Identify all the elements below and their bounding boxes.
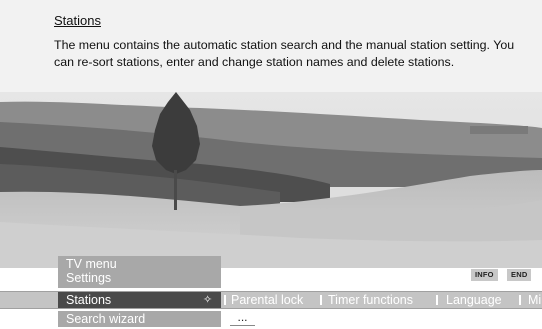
nav-item-parental-lock[interactable]: Parental lock (231, 292, 303, 308)
submenu-more[interactable]: ... (230, 309, 255, 326)
nav-item-stations[interactable]: Stations (66, 292, 111, 308)
menu-title: TV menu (66, 257, 117, 271)
submenu-item-search-wizard[interactable]: Search wizard (66, 311, 145, 327)
info-button[interactable]: INFO (471, 269, 498, 281)
divider (0, 308, 542, 309)
end-button[interactable]: END (507, 269, 532, 281)
help-title: Stations (54, 13, 101, 28)
menu-subtitle: Settings (66, 271, 112, 285)
tv-picture (0, 92, 542, 268)
nav-item-timer-functions[interactable]: Timer functions (328, 292, 413, 308)
nav-item-more[interactable]: Mi (528, 292, 541, 308)
separator (224, 295, 226, 305)
separator (320, 295, 322, 305)
nav-item-language[interactable]: Language (446, 292, 502, 308)
help-text: The menu contains the automatic station … (54, 38, 515, 69)
separator (436, 295, 438, 305)
separator (519, 295, 521, 305)
navigate-arrows-icon: ✧ (203, 294, 213, 306)
